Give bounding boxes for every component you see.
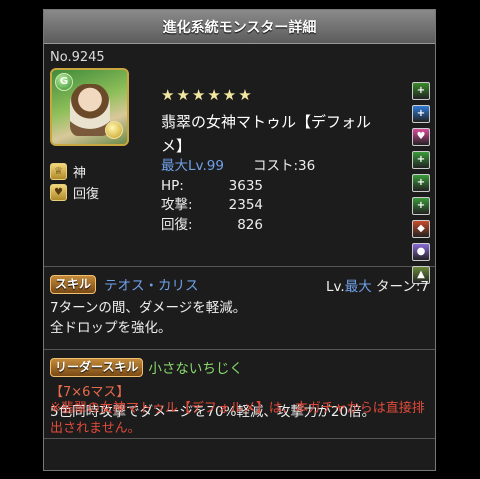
monster-portrait[interactable]: G (50, 68, 129, 146)
hp-label: HP: (161, 177, 184, 194)
active-skill-section: スキル テオス・カリス Lv.最大 ターン:7 7ターンの間、ダメージを軽減。 … (44, 267, 435, 350)
skill-level: Lv.最大 ターン:7 (326, 275, 429, 295)
board-size-tag: 【7×6マス】 (50, 385, 130, 400)
god-type-icon: ♕ (50, 163, 67, 180)
multi-color-icon[interactable]: ● (412, 243, 430, 261)
attack-value: 2354 (228, 197, 263, 213)
leader-header: リーダースキル 小さないちじく (50, 357, 243, 377)
light-attribute-icon (105, 121, 123, 139)
enhanced-heart-orb-icon[interactable]: ♥ (412, 128, 430, 146)
healer-type-icon: ♥ (50, 184, 67, 201)
monster-name: 翡翠の女神マトゥル【デフォルメ】 (161, 113, 372, 155)
skill-turn: ターン:7 (376, 279, 429, 295)
recovery-value: 826 (237, 216, 263, 233)
enhanced-wood-orb-plus-icon[interactable]: + (412, 105, 430, 123)
recovery-label: 回復: (161, 216, 193, 233)
monster-figure (70, 84, 110, 136)
panel-title: 進化系統モンスター詳細 (162, 19, 317, 36)
type-healer: ♥ 回復 (50, 183, 99, 202)
rarity-stars: ★★★★★★ (161, 86, 254, 104)
leader-badge: リーダースキル (50, 357, 144, 377)
type-healer-label: 回復 (73, 187, 100, 202)
attack-label: 攻撃: (161, 197, 193, 213)
skill-lv-value: 最大 (344, 279, 372, 295)
cost: コスト:36 (253, 158, 316, 174)
enhanced-combo-icon[interactable]: ◆ (412, 220, 430, 238)
hp-value: 3635 (228, 177, 263, 194)
awakening-list: + + ♥ + + + ◆ ● ▲ (412, 82, 430, 284)
panel-header: 進化系統モンスター詳細 (44, 10, 435, 44)
type-god: ♕ 神 (50, 162, 86, 181)
enhanced-wood-orb-icon[interactable]: + (412, 151, 430, 169)
monster-detail-panel: 進化系統モンスター詳細 No.9245 G ♕ 神 ♥ 回復 ★★★★★★ 翡翠… (43, 9, 436, 471)
wood-attribute-icon: G (55, 73, 73, 91)
type-god-label: 神 (73, 166, 87, 181)
monster-number: No.9245 (50, 50, 105, 65)
skill-name[interactable]: テオス・カリス (104, 274, 199, 294)
monster-info: No.9245 G ♕ 神 ♥ 回復 ★★★★★★ 翡翠の女神マトゥル【デフォル… (44, 44, 435, 284)
enhanced-wood-orb-icon[interactable]: + (412, 197, 430, 215)
skill-desc-line-2: 全ドロップを強化。 (50, 320, 172, 336)
monster-stats: 最大Lv.99 コスト:36 HP: 3635 攻撃: 2354 回復: 826 (161, 157, 315, 235)
skill-desc-line-1: 7ターンの間、ダメージを軽減。 (50, 300, 247, 316)
skill-lv-prefix: Lv. (325, 279, 345, 295)
enhanced-wood-orb-icon[interactable]: + (412, 174, 430, 192)
skill-boost-plus-icon[interactable]: + (412, 82, 430, 100)
leader-skill-name[interactable]: 小さないちじく (148, 357, 243, 377)
gacha-note: ※翡翠の女神マトゥル【デフォルメ】は、本ガチャからは直接排出されません。 (50, 401, 425, 436)
max-level: 最大Lv.99 (161, 158, 224, 174)
skill-badge: スキル (50, 274, 97, 294)
skill-header: スキル テオス・カリス (50, 274, 199, 294)
